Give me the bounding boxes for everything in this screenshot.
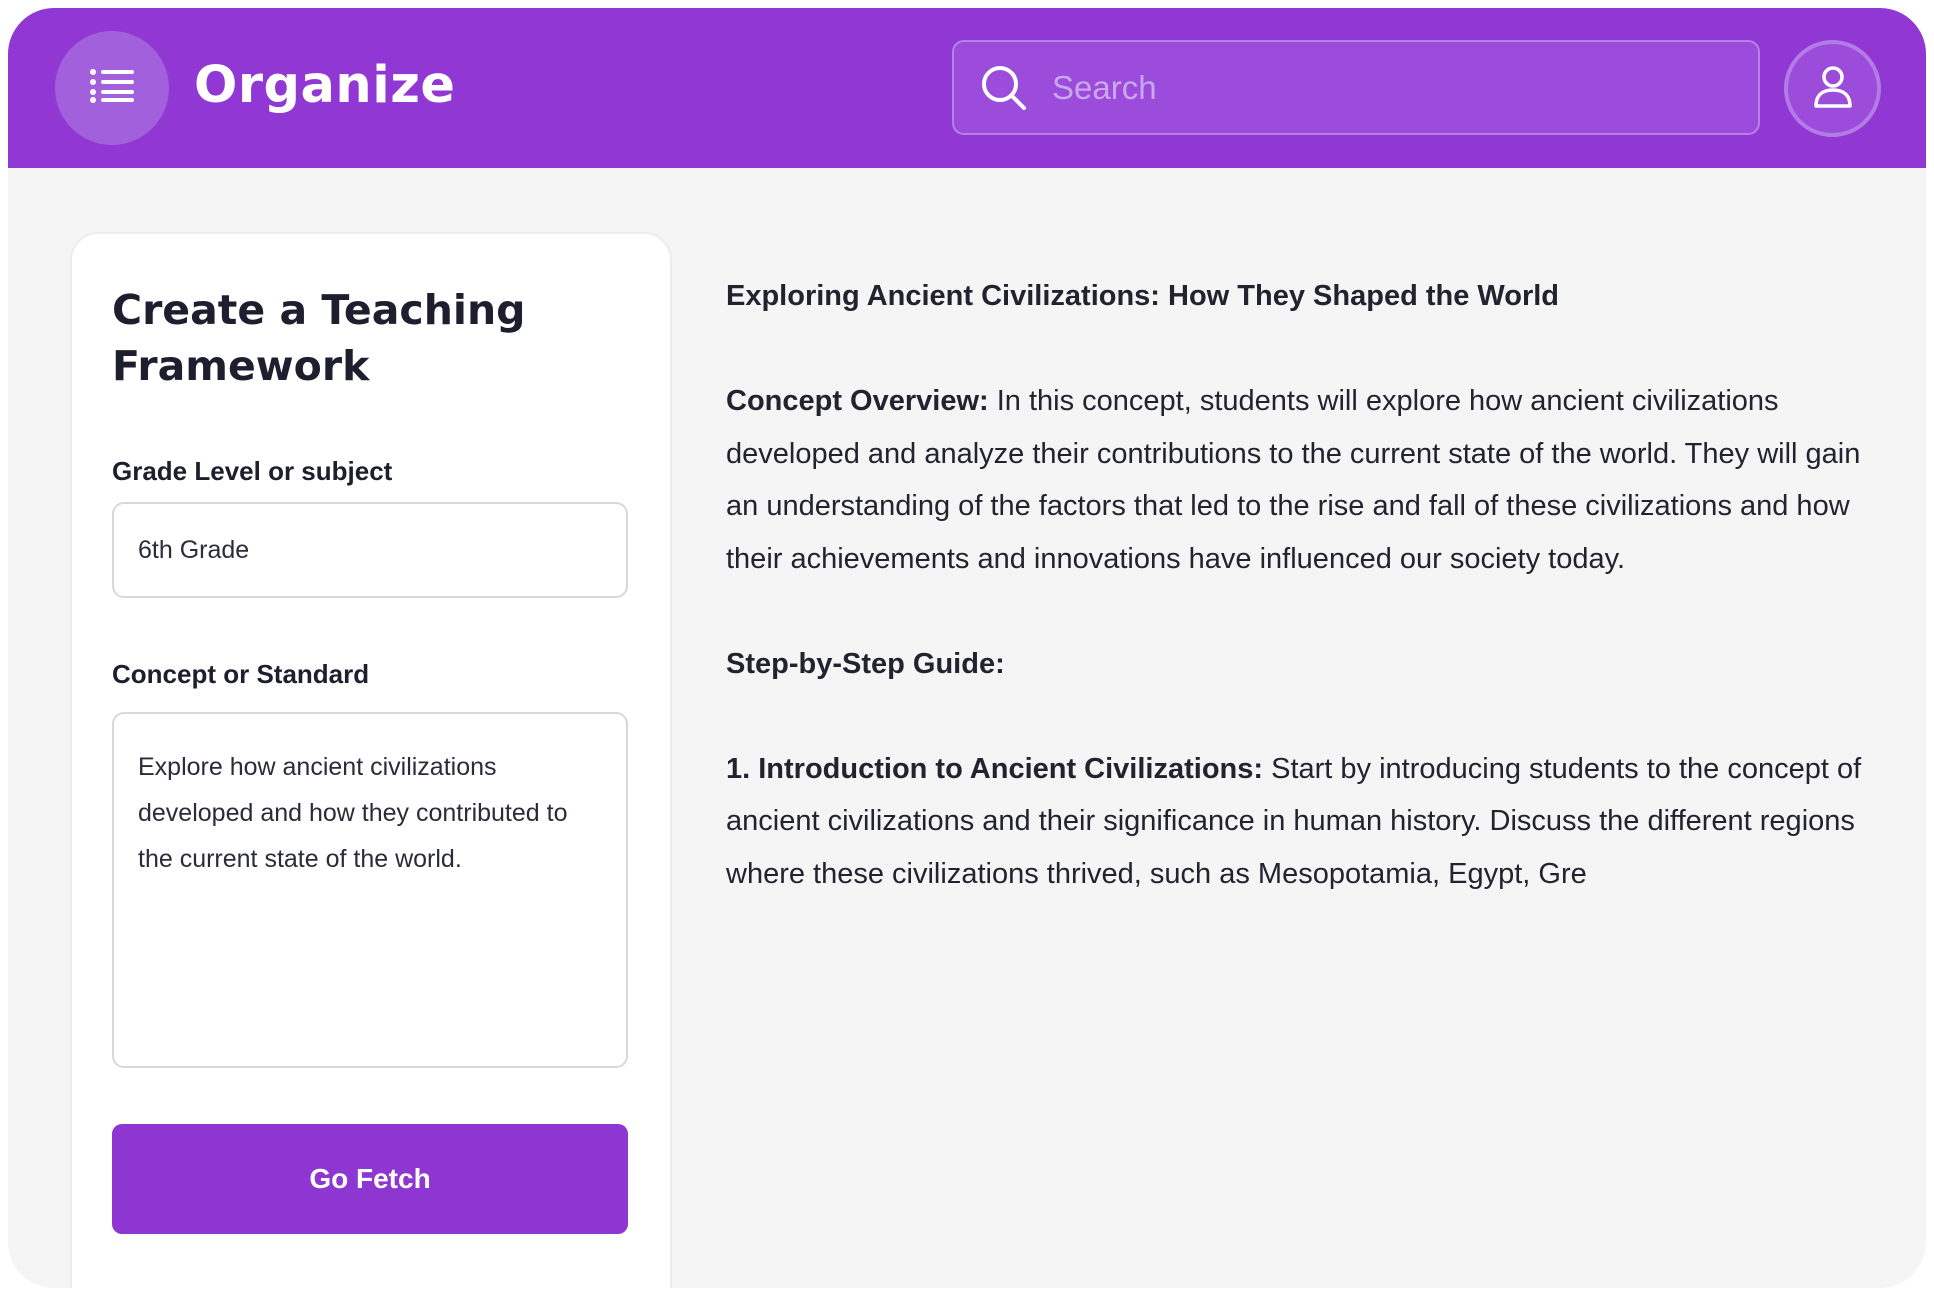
framework-form-panel: Create a Teaching Framework Grade Level … bbox=[70, 232, 672, 1288]
app-window: Organize Create a Teaching Framework Gra… bbox=[8, 8, 1926, 1288]
generated-framework: Exploring Ancient Civilizations: How The… bbox=[726, 270, 1886, 953]
overview-heading: Concept Overview: bbox=[726, 385, 989, 417]
grade-input[interactable] bbox=[112, 502, 628, 598]
output-title: Exploring Ancient Civilizations: How The… bbox=[726, 280, 1560, 312]
search-bar[interactable] bbox=[952, 40, 1760, 135]
app-title: Organize bbox=[194, 56, 456, 115]
go-fetch-button[interactable]: Go Fetch bbox=[112, 1124, 628, 1234]
concept-overview: Concept Overview: In this concept, stude… bbox=[726, 375, 1886, 585]
top-bar: Organize bbox=[8, 8, 1926, 168]
user-icon bbox=[1811, 64, 1855, 113]
concept-textarea[interactable]: Explore how ancient civilizations develo… bbox=[112, 712, 628, 1068]
search-icon bbox=[980, 64, 1028, 112]
search-input[interactable] bbox=[1052, 42, 1758, 133]
grade-label: Grade Level or subject bbox=[112, 456, 393, 486]
concept-label: Concept or Standard bbox=[112, 659, 370, 689]
guide-heading: Step-by-Step Guide: bbox=[726, 647, 1005, 680]
form-title: Create a Teaching Framework bbox=[112, 286, 526, 390]
step-1: 1. Introduction to Ancient Civilizations… bbox=[726, 743, 1886, 901]
step1-heading: 1. Introduction to Ancient Civilizations… bbox=[726, 752, 1264, 785]
profile-button[interactable] bbox=[1784, 40, 1881, 137]
menu-button[interactable] bbox=[55, 31, 169, 145]
list-icon bbox=[90, 68, 134, 108]
